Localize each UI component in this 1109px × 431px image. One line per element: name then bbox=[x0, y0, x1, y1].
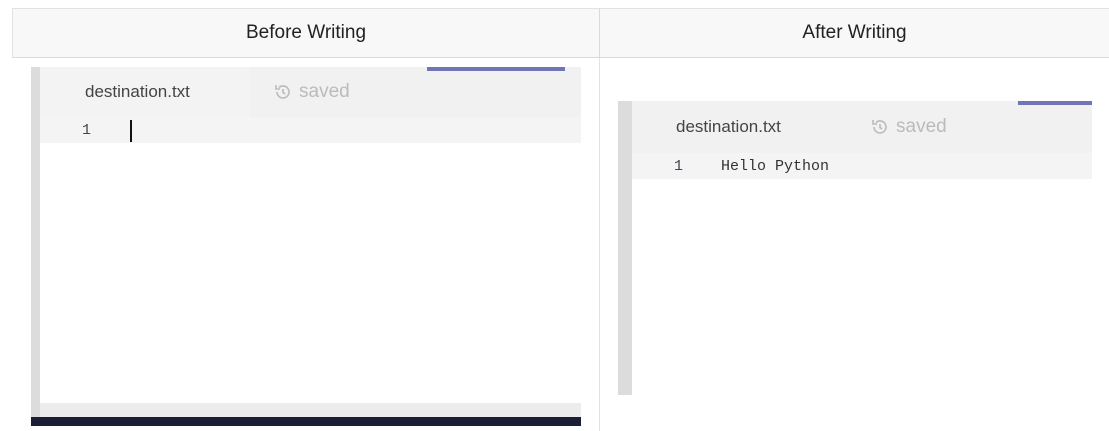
editor-bottom-shade bbox=[40, 403, 581, 417]
file-tab[interactable]: destination.txt bbox=[40, 67, 250, 117]
saved-label: saved bbox=[299, 81, 350, 102]
after-editor: destination.txt saved 1 Hello Python bbox=[618, 101, 1092, 395]
file-tab-label: destination.txt bbox=[85, 82, 190, 101]
line-number: 1 bbox=[82, 122, 92, 139]
after-column-title: After Writing bbox=[802, 22, 907, 43]
line-number: 1 bbox=[674, 158, 684, 175]
file-tab[interactable]: destination.txt bbox=[632, 101, 842, 153]
saved-status: saved bbox=[870, 101, 947, 153]
text-cursor bbox=[130, 120, 132, 142]
editor-bottom-bar bbox=[31, 417, 581, 426]
editor-left-gutter bbox=[31, 67, 40, 426]
before-editor: destination.txt saved 1 bbox=[31, 67, 581, 426]
line-code: Hello Python bbox=[721, 158, 830, 175]
after-column-header: After Writing bbox=[599, 8, 1109, 58]
history-icon bbox=[275, 85, 290, 99]
active-accent-bar bbox=[427, 67, 565, 71]
active-accent-bar bbox=[1018, 101, 1092, 105]
code-line[interactable]: 1 Hello Python bbox=[632, 153, 1092, 179]
code-line[interactable]: 1 bbox=[40, 117, 581, 143]
before-column-header: Before Writing bbox=[12, 8, 599, 58]
saved-label: saved bbox=[896, 116, 947, 137]
saved-status: saved bbox=[273, 67, 350, 117]
editor-tab-bar: destination.txt saved bbox=[40, 67, 581, 117]
column-divider bbox=[599, 58, 600, 431]
file-tab-label: destination.txt bbox=[676, 117, 781, 136]
editor-tab-bar: destination.txt saved bbox=[632, 101, 1092, 153]
history-icon bbox=[872, 120, 887, 134]
before-column-title: Before Writing bbox=[245, 22, 367, 43]
editor-left-gutter bbox=[618, 101, 632, 395]
